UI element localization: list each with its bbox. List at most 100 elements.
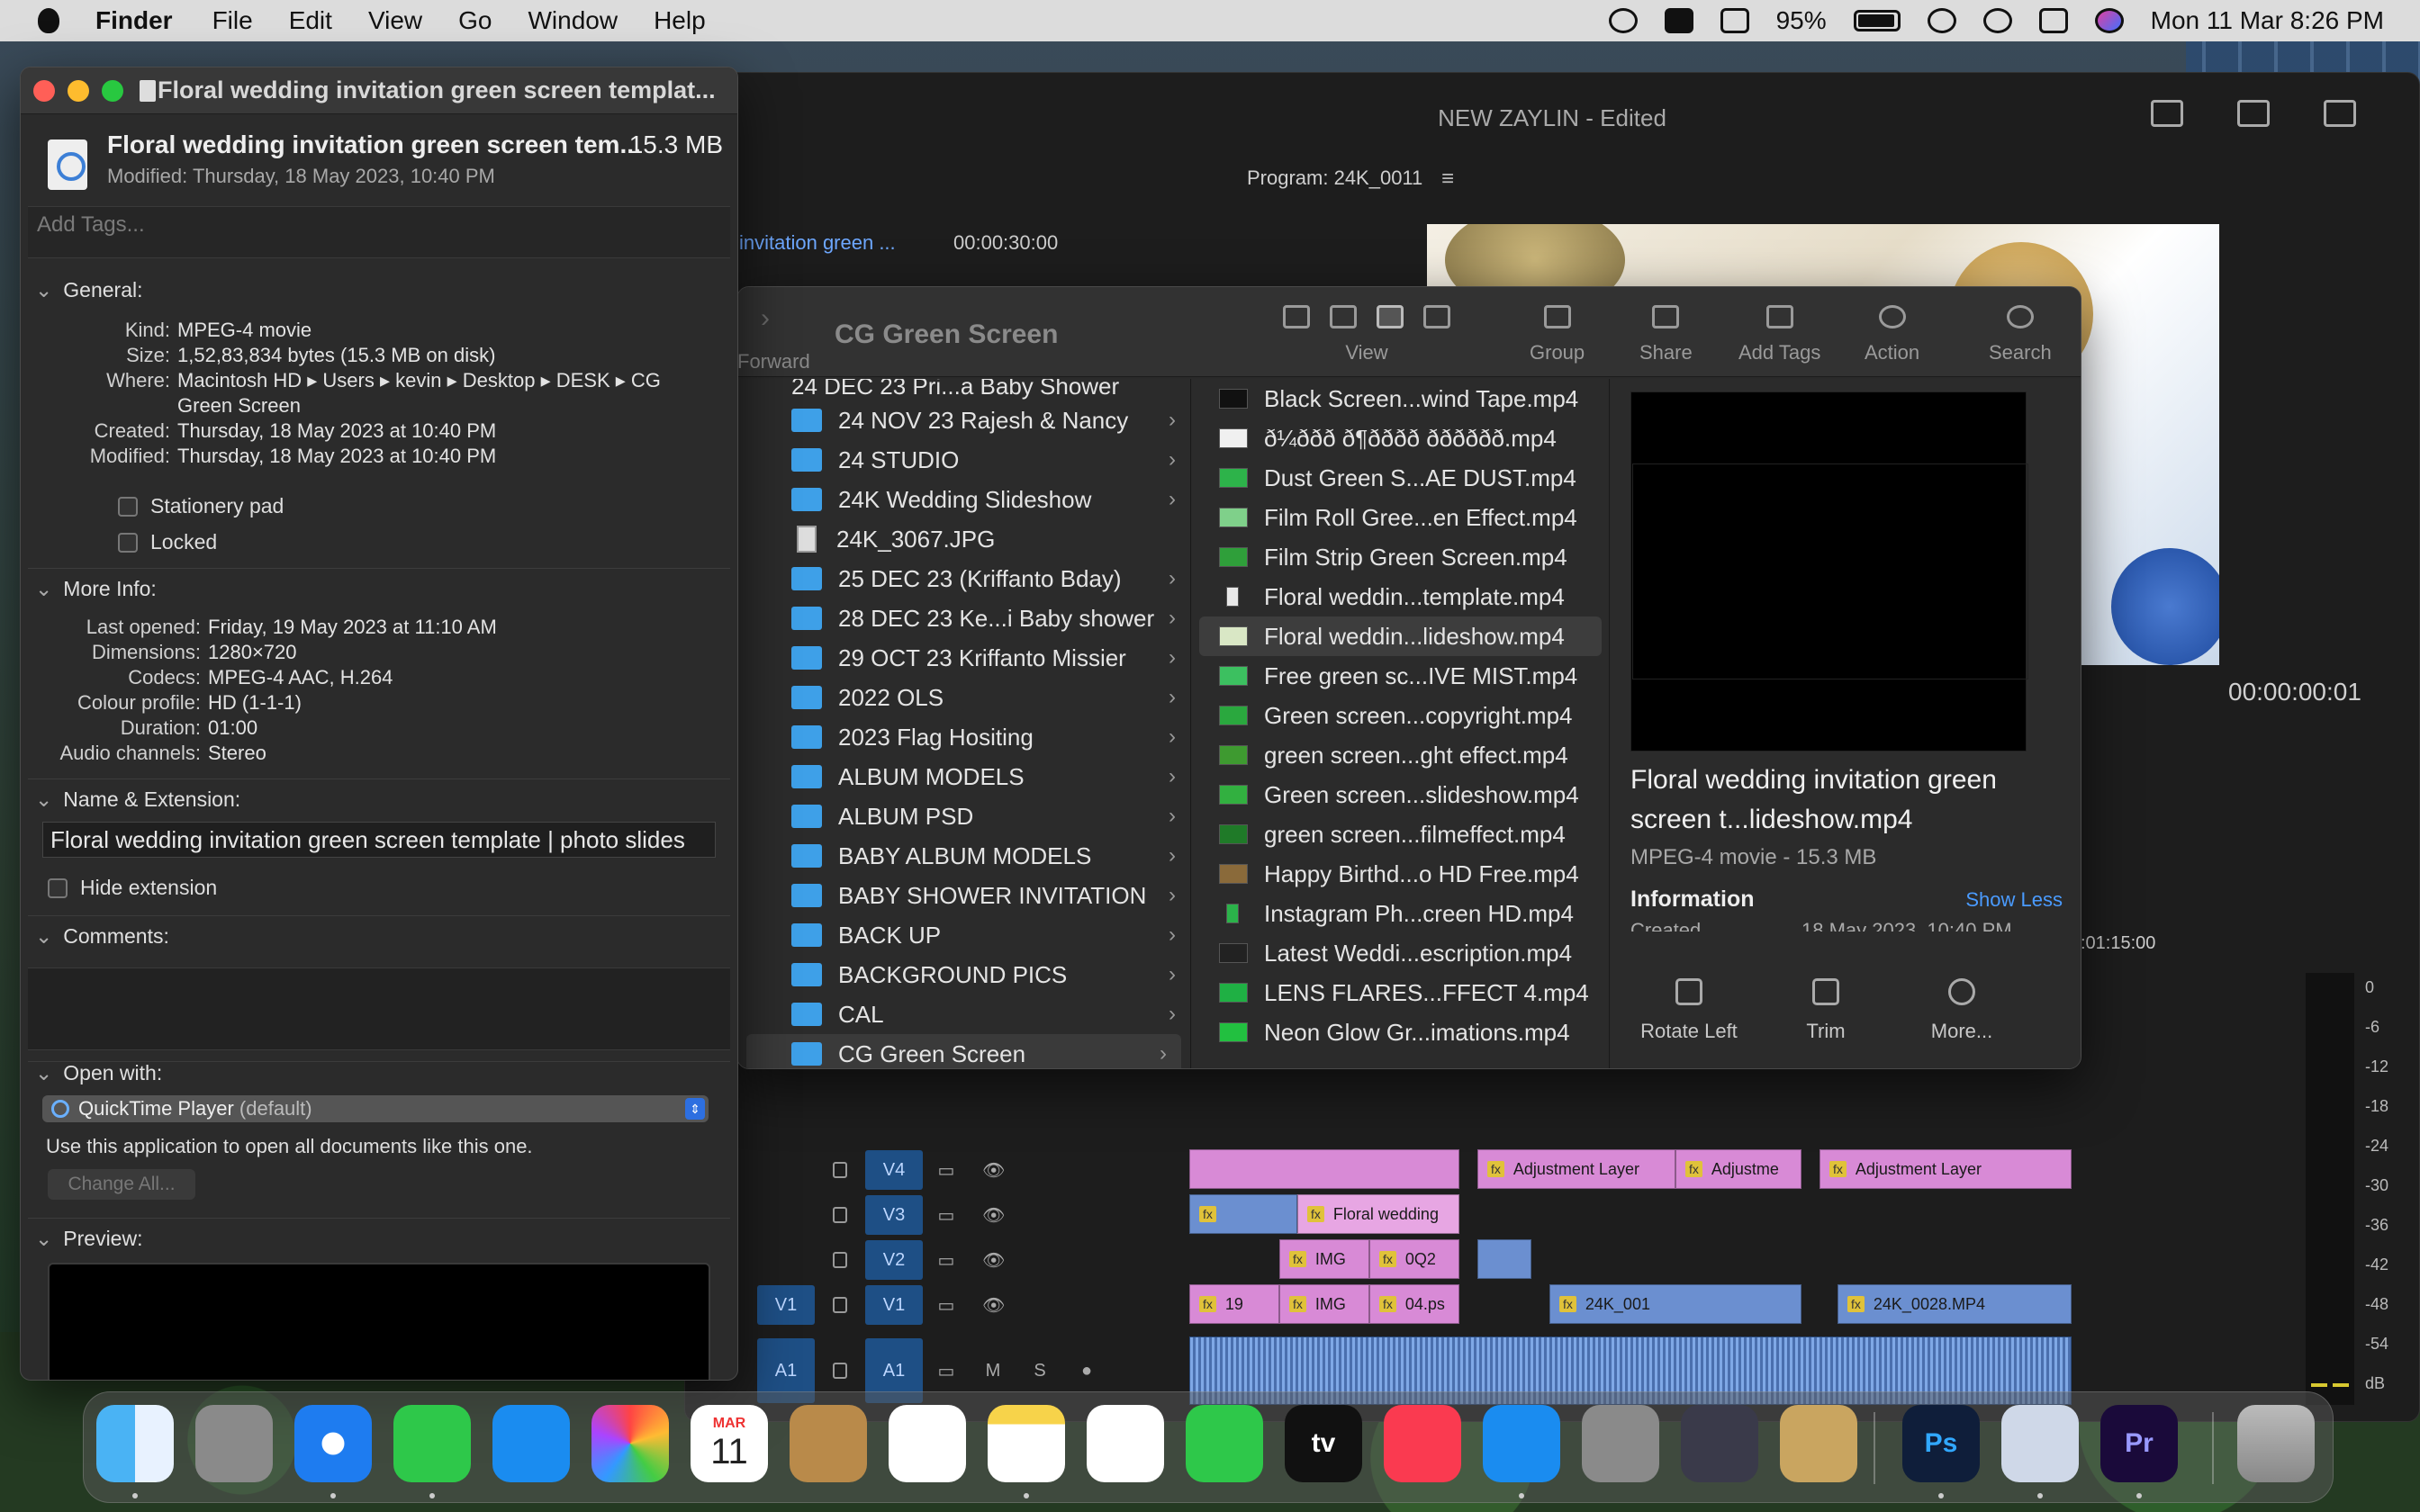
track-name[interactable]: V1 <box>865 1285 923 1325</box>
list-item[interactable]: 24K Wedding Slideshow › <box>737 480 1190 519</box>
search-button[interactable]: Search <box>1989 305 2052 364</box>
forward-chevron-icon[interactable]: › <box>761 303 770 334</box>
calendar-icon[interactable]: MAR 11 <box>691 1405 768 1482</box>
lock-icon[interactable] <box>833 1162 847 1178</box>
tags-field[interactable]: Add Tags... <box>28 206 730 258</box>
lock-icon[interactable] <box>833 1363 847 1379</box>
file-item[interactable]: Happy Birthd...o HD Free.mp4 <box>1192 854 1609 894</box>
screen-mirror-icon[interactable] <box>1720 8 1749 33</box>
menu-go[interactable]: Go <box>458 6 492 35</box>
rotate-left-button[interactable]: Rotate Left <box>1630 978 1747 1043</box>
file-item[interactable]: Floral weddin...template.mp4 <box>1192 577 1609 616</box>
file-item[interactable]: Dust Green S...AE DUST.mp4 <box>1192 458 1609 498</box>
minimize-button[interactable] <box>68 80 89 102</box>
timeline-clip[interactable]: fx 04.ps <box>1369 1284 1459 1324</box>
stationery-pad-checkbox[interactable]: Stationery pad <box>118 494 284 518</box>
photoshop-icon[interactable]: Ps <box>1902 1405 1980 1482</box>
lock-icon[interactable] <box>833 1297 847 1313</box>
timeline-clip[interactable]: fx <box>1189 1194 1297 1234</box>
lock-icon[interactable] <box>833 1207 847 1223</box>
more-info-section-header[interactable]: More Info: <box>35 577 157 601</box>
text-icon[interactable] <box>1664 8 1693 33</box>
quicktime-icon[interactable] <box>1681 1405 1758 1482</box>
finder-icon[interactable] <box>96 1405 174 1482</box>
file-item[interactable]: Neon Glow Gr...imations.mp4 <box>1192 1012 1609 1052</box>
timeline-clip[interactable]: fx 24K_0028.MP4 <box>1838 1284 2072 1324</box>
file-item[interactable]: LENS FLARES...FFECT 4.mp4 <box>1192 973 1609 1012</box>
sync-icon[interactable]: ▭ <box>935 1294 957 1317</box>
mute-button[interactable]: M <box>982 1361 1004 1382</box>
timeline-clip[interactable]: fx Floral wedding <box>1297 1194 1459 1234</box>
icon-view-icon[interactable] <box>1283 305 1310 328</box>
close-button[interactable] <box>33 80 55 102</box>
menu-edit[interactable]: Edit <box>289 6 332 35</box>
menu-help[interactable]: Help <box>654 6 706 35</box>
menu-file[interactable]: File <box>212 6 253 35</box>
column-view-icon[interactable] <box>1377 305 1404 328</box>
sync-icon[interactable]: ▭ <box>935 1204 957 1227</box>
list-item[interactable]: 28 DEC 23 Ke...i Baby shower › <box>737 598 1190 638</box>
menu-window[interactable]: Window <box>528 6 618 35</box>
wifi-icon[interactable] <box>1927 8 1956 33</box>
apple-menu-icon[interactable] <box>38 8 59 33</box>
sync-icon[interactable]: ▭ <box>935 1159 957 1182</box>
timeline-clip[interactable] <box>1189 1149 1459 1189</box>
premiere-icon[interactable]: Pr <box>2100 1405 2178 1482</box>
timeline-clip[interactable]: fx 0Q2 <box>1369 1239 1459 1279</box>
eye-icon[interactable]: 👁 <box>982 1249 1005 1272</box>
list-item[interactable]: 24K_3067.JPG <box>737 519 1190 559</box>
list-item[interactable]: ALBUM PSD › <box>737 796 1190 836</box>
apple-tv-icon[interactable]: tv <box>1285 1405 1362 1482</box>
menu-clock[interactable]: Mon 11 Mar 8:26 PM <box>2151 6 2384 35</box>
list-item-selected[interactable]: CG Green Screen › <box>746 1034 1181 1068</box>
eye-icon[interactable]: 👁 <box>982 1294 1005 1317</box>
file-item[interactable]: Green screen...copyright.mp4 <box>1192 696 1609 735</box>
launchpad-icon[interactable] <box>195 1405 273 1482</box>
messages-icon[interactable] <box>393 1405 471 1482</box>
music-icon[interactable] <box>1384 1405 1461 1482</box>
list-item[interactable]: 24 NOV 23 Rajesh & Nancy › <box>737 400 1190 440</box>
track-name[interactable]: V4 <box>865 1150 923 1190</box>
more-button[interactable]: More... <box>1917 978 2007 1043</box>
track-name[interactable]: V3 <box>865 1195 923 1235</box>
search-icon[interactable] <box>1982 8 2012 33</box>
forward-label[interactable]: Forward <box>737 350 810 374</box>
system-settings-icon[interactable] <box>1582 1405 1659 1482</box>
trim-button[interactable]: Trim <box>1785 978 1866 1043</box>
timeline-clip[interactable]: fx Adjustment Layer <box>1477 1149 1675 1189</box>
eye-icon[interactable]: 👁 <box>982 1204 1005 1227</box>
list-item[interactable]: 24 STUDIO › <box>737 440 1190 480</box>
share-button[interactable]: Share <box>1639 305 1693 364</box>
notes-icon[interactable] <box>988 1405 1065 1482</box>
timeline-clip[interactable]: fx 24K_001 <box>1549 1284 1801 1324</box>
timeline-clip[interactable]: fx IMG <box>1279 1284 1369 1324</box>
control-center-icon[interactable] <box>2038 8 2068 33</box>
list-item[interactable]: 29 OCT 23 Kriffanto Missier › <box>737 638 1190 678</box>
show-less-link[interactable]: Show Less <box>1965 888 2063 912</box>
sync-icon[interactable]: ▭ <box>935 1360 957 1382</box>
microphone-icon[interactable]: ● <box>1076 1361 1097 1382</box>
list-item[interactable]: BACK UP › <box>737 915 1190 955</box>
gallery-view-icon[interactable] <box>1423 305 1450 328</box>
file-item[interactable]: green screen...filmeffect.mp4 <box>1192 814 1609 854</box>
add-tags-button[interactable]: Add Tags <box>1738 305 1820 364</box>
photos-icon[interactable] <box>591 1405 669 1482</box>
list-item[interactable]: 2023 Flag Hositing › <box>737 717 1190 757</box>
safari-icon[interactable] <box>294 1405 372 1482</box>
file-item[interactable]: Black Screen...wind Tape.mp4 <box>1192 379 1609 418</box>
list-item[interactable]: 2022 OLS › <box>737 678 1190 717</box>
preview-icon[interactable] <box>2001 1405 2079 1482</box>
change-all-button[interactable]: Change All... <box>48 1169 195 1200</box>
comments-section-header[interactable]: Comments: <box>35 924 169 949</box>
menu-app-name[interactable]: Finder <box>95 6 173 35</box>
file-item[interactable]: green screen...ght effect.mp4 <box>1192 735 1609 775</box>
file-item[interactable]: Green screen...slideshow.mp4 <box>1192 775 1609 814</box>
workspace-icon[interactable] <box>2151 100 2183 127</box>
file-item-highlighted[interactable]: Floral weddin...lideshow.mp4 <box>1199 616 1602 656</box>
facetime-icon[interactable] <box>1186 1405 1263 1482</box>
open-with-section-header[interactable]: Open with: <box>35 1061 162 1085</box>
open-with-select[interactable]: QuickTime Player (default) ⇕ <box>42 1095 709 1122</box>
siri-icon[interactable] <box>2094 8 2124 33</box>
list-item[interactable]: BABY SHOWER INVITATION › <box>737 876 1190 915</box>
mail-icon[interactable] <box>492 1405 570 1482</box>
